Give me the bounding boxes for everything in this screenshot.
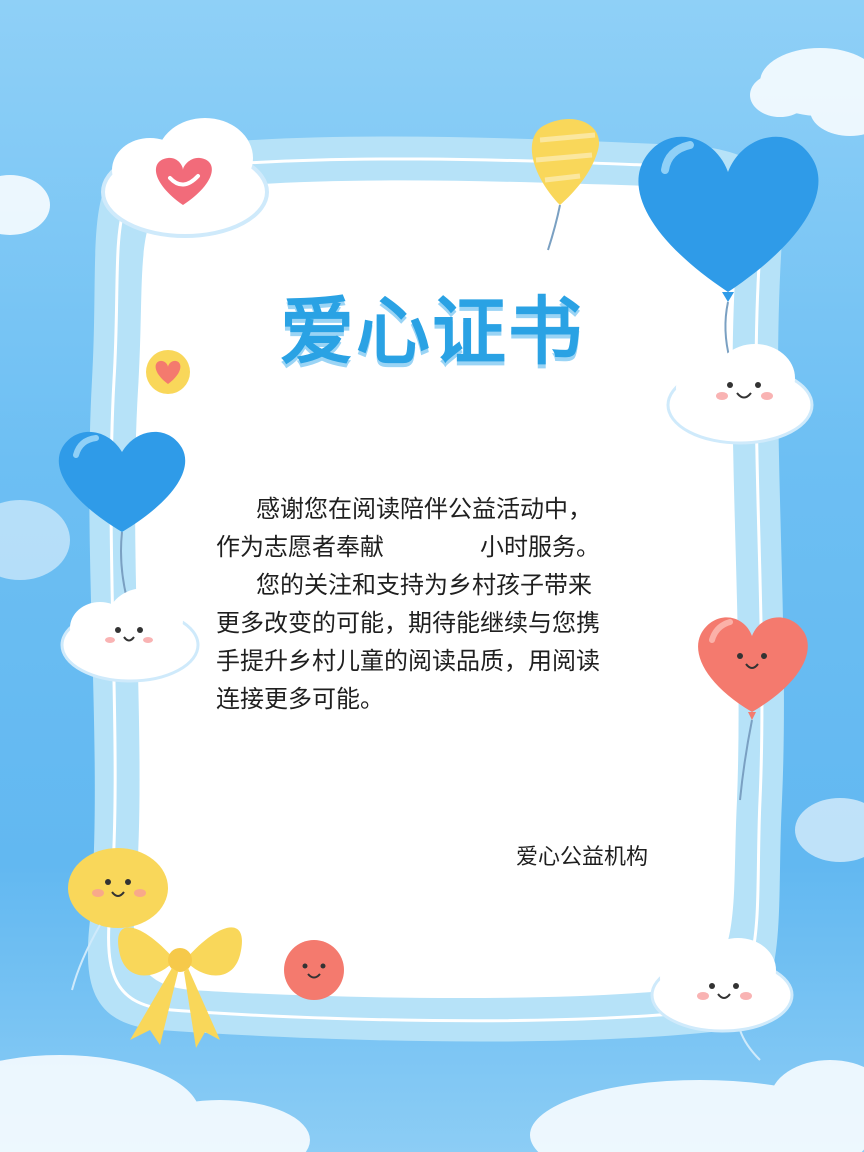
body-line: 连接更多可能。 <box>216 685 384 713</box>
certificate-body: 感谢您在阅读陪伴公益活动中， 作为志愿者奉献 小时服务。 您的关注和支持为乡村孩子… <box>216 490 686 718</box>
body-line-part: 小时服务。 <box>480 533 600 561</box>
certificate-page: 爱心证书 感谢您在阅读陪伴公益活动中， 作为志愿者奉献 小时服务。 您的关注和支持… <box>0 0 864 1152</box>
yellow-balloon-icon <box>531 119 600 251</box>
body-line: 手提升乡村儿童的阅读品质，用阅读 <box>216 647 600 675</box>
smiling-cloud-icon <box>60 588 200 683</box>
body-line: 作为志愿者奉献 小时服务。 <box>216 528 686 566</box>
pink-smiley-icon <box>284 940 344 1000</box>
signature: 爱心公益机构 <box>516 845 649 870</box>
smiling-cloud-icon <box>650 938 794 1061</box>
body-line: 感谢您在阅读陪伴公益活动中， <box>256 495 592 523</box>
body-line: 您的关注和支持为乡村孩子带来 <box>256 571 592 599</box>
body-line: 更多改变的可能，期待能继续与您携 <box>216 609 600 637</box>
cloud-heart-icon <box>101 118 269 238</box>
certificate-title: 爱心证书 <box>278 287 585 378</box>
blue-heart-balloon-icon <box>58 431 186 611</box>
pink-heart-balloon-icon <box>698 617 808 801</box>
yellow-bow-icon <box>118 927 242 1048</box>
body-line-part: 作为志愿者奉献 <box>216 533 384 561</box>
